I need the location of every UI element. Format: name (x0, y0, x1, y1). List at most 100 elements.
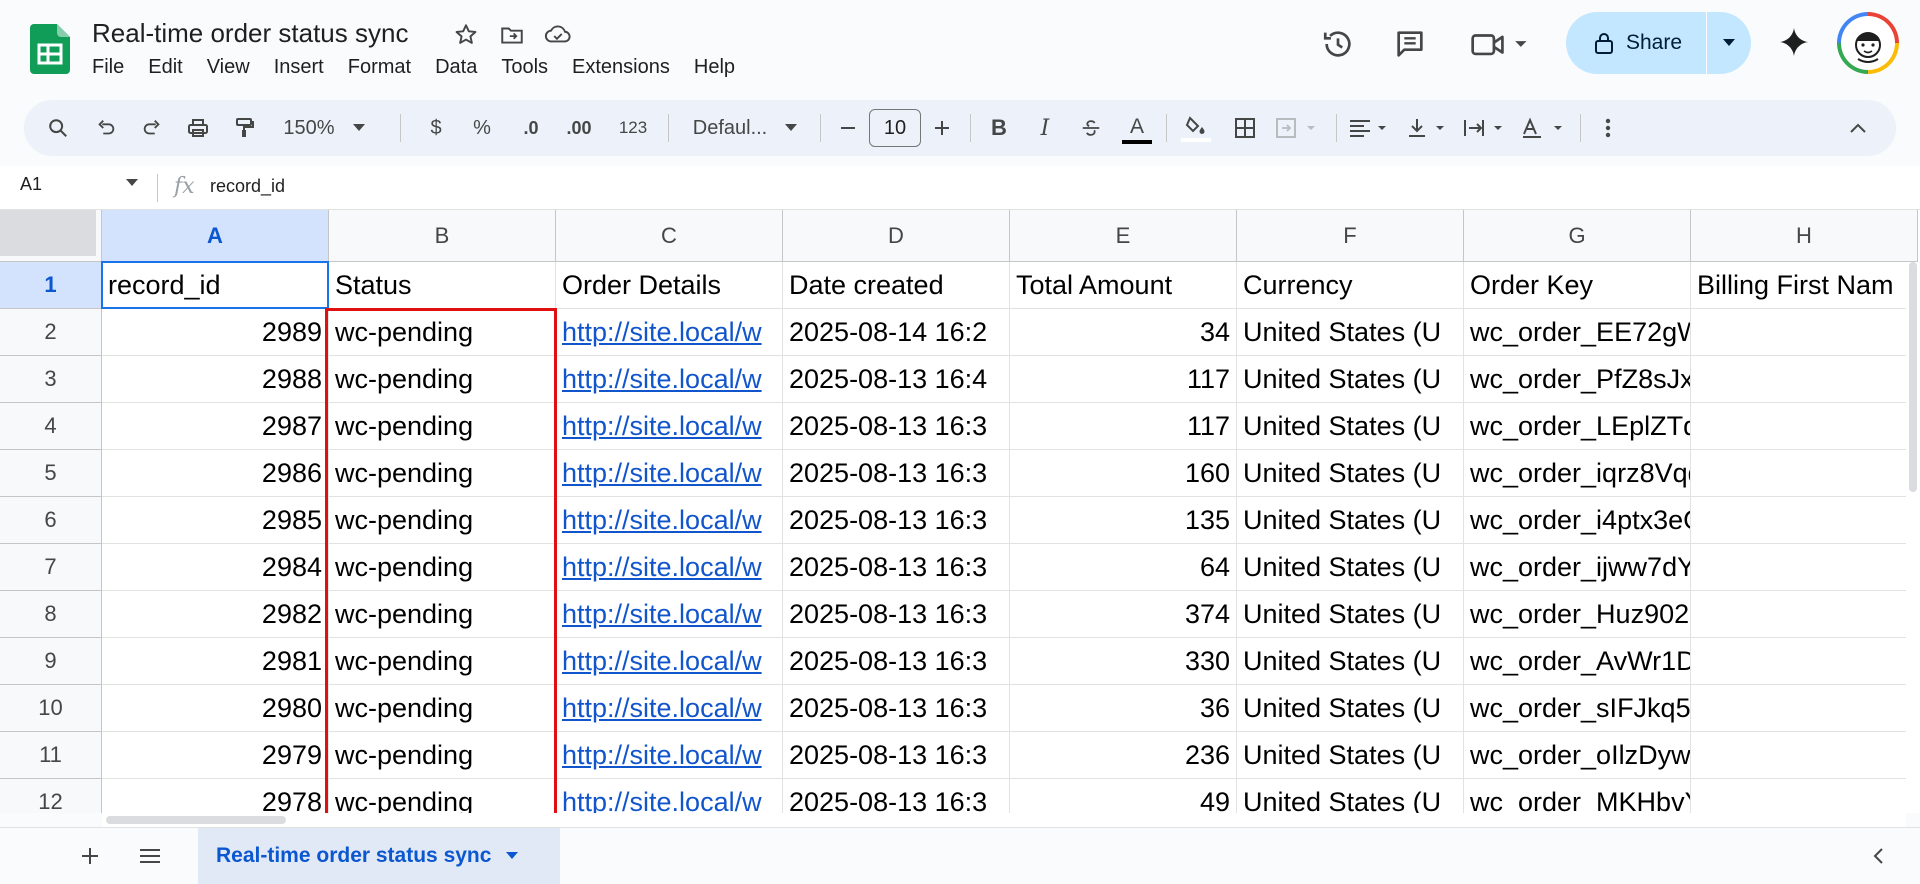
menu-format[interactable]: Format (336, 54, 423, 80)
cell-g10[interactable]: wc_order_sIFJkq5JZY9o7 (1464, 685, 1691, 732)
more-options-icon[interactable] (1590, 100, 1626, 156)
cell-c11[interactable]: http://site.local/w (556, 732, 783, 779)
cell-d11[interactable]: 2025-08-13 16:3 (783, 732, 1010, 779)
header-cell-a[interactable]: record_id (102, 262, 329, 309)
increase-font-size-icon[interactable] (924, 100, 960, 156)
cell-h4[interactable] (1691, 403, 1918, 450)
row-header-11[interactable]: 11 (0, 732, 102, 779)
star-icon[interactable] (450, 20, 482, 50)
paint-format-icon[interactable] (224, 100, 264, 156)
cell-d2[interactable]: 2025-08-14 16:2 (783, 309, 1010, 356)
name-box-chevron-down-icon[interactable] (125, 178, 139, 188)
format-percent-button[interactable]: % (462, 100, 502, 156)
horizontal-align-icon[interactable] (1344, 100, 1398, 156)
cell-f6[interactable]: United States (U (1237, 497, 1464, 544)
column-header-b[interactable]: B (329, 210, 556, 262)
cell-d8[interactable]: 2025-08-13 16:3 (783, 591, 1010, 638)
cell-b8[interactable]: wc-pending (329, 591, 556, 638)
cell-a5[interactable]: 2986 (102, 450, 329, 497)
cell-e11[interactable]: 236 (1010, 732, 1237, 779)
cell-c2[interactable]: http://site.local/w (556, 309, 783, 356)
cell-a8[interactable]: 2982 (102, 591, 329, 638)
cell-g8[interactable]: wc_order_Huz902G48mxhi (1464, 591, 1691, 638)
cell-g3[interactable]: wc_order_PfZ8sJxLu7P0J (1464, 356, 1691, 403)
header-cell-f[interactable]: Currency (1237, 262, 1464, 309)
menu-extensions[interactable]: Extensions (560, 54, 682, 80)
cell-c10[interactable]: http://site.local/w (556, 685, 783, 732)
format-currency-button[interactable]: $ (416, 100, 456, 156)
menu-edit[interactable]: Edit (136, 54, 194, 80)
header-cell-h[interactable]: Billing First Nam (1691, 262, 1918, 309)
strikethrough-icon[interactable] (1070, 100, 1112, 156)
select-all-corner[interactable] (0, 210, 102, 262)
cell-e4[interactable]: 117 (1010, 403, 1237, 450)
header-cell-b[interactable]: Status (329, 262, 556, 309)
row-header-5[interactable]: 5 (0, 450, 102, 497)
column-header-c[interactable]: C (556, 210, 783, 262)
cell-c4[interactable]: http://site.local/w (556, 403, 783, 450)
header-cell-e[interactable]: Total Amount (1010, 262, 1237, 309)
cell-b2[interactable]: wc-pending (329, 309, 556, 356)
cell-h12[interactable] (1691, 779, 1918, 813)
row-header-8[interactable]: 8 (0, 591, 102, 638)
menu-insert[interactable]: Insert (262, 54, 336, 80)
move-folder-icon[interactable] (496, 20, 528, 50)
cell-b3[interactable]: wc-pending (329, 356, 556, 403)
sheets-logo-icon[interactable] (30, 24, 70, 74)
cell-e5[interactable]: 160 (1010, 450, 1237, 497)
menu-data[interactable]: Data (423, 54, 489, 80)
search-menus-icon[interactable] (38, 100, 78, 156)
cell-a9[interactable]: 2981 (102, 638, 329, 685)
cell-g6[interactable]: wc_order_i4ptx3eGr7bQq (1464, 497, 1691, 544)
row-header-1[interactable]: 1 (0, 262, 102, 309)
cell-e10[interactable]: 36 (1010, 685, 1237, 732)
text-rotation-icon[interactable] (1516, 100, 1574, 156)
cell-g5[interactable]: wc_order_iqrz8Vqqn2hta (1464, 450, 1691, 497)
menu-file[interactable]: File (80, 54, 136, 80)
cell-h3[interactable] (1691, 356, 1918, 403)
cell-b11[interactable]: wc-pending (329, 732, 556, 779)
cell-a3[interactable]: 2988 (102, 356, 329, 403)
cell-f11[interactable]: United States (U (1237, 732, 1464, 779)
formula-input[interactable]: record_id (210, 176, 285, 197)
cell-d10[interactable]: 2025-08-13 16:3 (783, 685, 1010, 732)
cell-h9[interactable] (1691, 638, 1918, 685)
document-title[interactable]: Real-time order status sync (92, 18, 408, 49)
vertical-scrollbar[interactable] (1906, 262, 1920, 813)
cell-h10[interactable] (1691, 685, 1918, 732)
spreadsheet-grid[interactable]: ABCDEFGH 1 2 3 4 5 6 7 8 9 10 11 12 record_id Status… (0, 210, 1920, 813)
cell-f5[interactable]: United States (U (1237, 450, 1464, 497)
redo-icon[interactable] (132, 100, 172, 156)
cell-a11[interactable]: 2979 (102, 732, 329, 779)
meet-video-icon[interactable] (1466, 26, 1536, 62)
cell-b7[interactable]: wc-pending (329, 544, 556, 591)
row-header-12[interactable]: 12 (0, 779, 102, 813)
cell-e7[interactable]: 64 (1010, 544, 1237, 591)
cell-c6[interactable]: http://site.local/w (556, 497, 783, 544)
cell-e12[interactable]: 49 (1010, 779, 1237, 813)
cell-f7[interactable]: United States (U (1237, 544, 1464, 591)
column-header-a[interactable]: A (102, 210, 329, 262)
cell-c3[interactable]: http://site.local/w (556, 356, 783, 403)
cell-e3[interactable]: 117 (1010, 356, 1237, 403)
cell-d6[interactable]: 2025-08-13 16:3 (783, 497, 1010, 544)
cell-f4[interactable]: United States (U (1237, 403, 1464, 450)
cell-e2[interactable]: 34 (1010, 309, 1237, 356)
italic-button[interactable]: I (1024, 100, 1066, 156)
vertical-align-icon[interactable] (1402, 100, 1456, 156)
share-options-chevron-icon[interactable] (1707, 12, 1751, 74)
row-header-10[interactable]: 10 (0, 685, 102, 732)
cell-c7[interactable]: http://site.local/w (556, 544, 783, 591)
cell-d7[interactable]: 2025-08-13 16:3 (783, 544, 1010, 591)
font-size-input[interactable]: 10 (869, 109, 921, 147)
horizontal-scrollbar[interactable] (102, 813, 1906, 827)
cell-h2[interactable] (1691, 309, 1918, 356)
text-wrapping-icon[interactable] (1458, 100, 1514, 156)
text-color-button[interactable]: A (1116, 100, 1158, 156)
cell-e9[interactable]: 330 (1010, 638, 1237, 685)
cell-a10[interactable]: 2980 (102, 685, 329, 732)
zoom-select[interactable]: 150% (274, 100, 374, 156)
column-header-g[interactable]: G (1464, 210, 1691, 262)
cell-a4[interactable]: 2987 (102, 403, 329, 450)
version-history-icon[interactable] (1318, 26, 1358, 62)
